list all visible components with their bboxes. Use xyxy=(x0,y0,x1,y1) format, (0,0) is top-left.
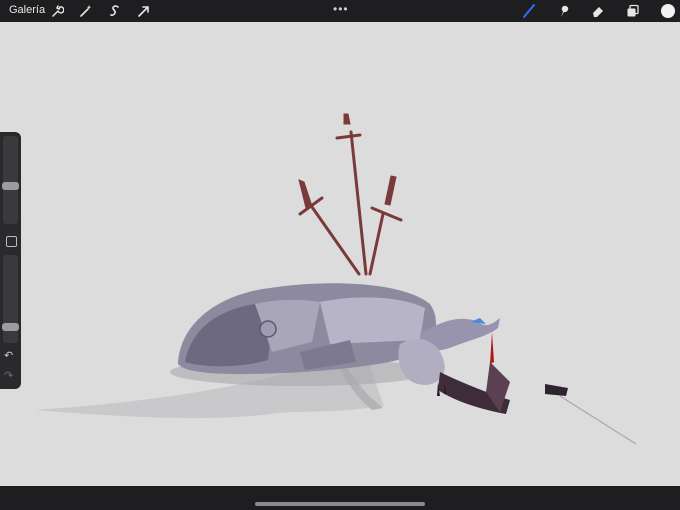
undo-icon[interactable]: ↶ xyxy=(4,349,13,362)
brush-size-slider[interactable] xyxy=(3,136,18,224)
actions-menu-button[interactable]: ••• xyxy=(333,2,349,16)
sidebar: ↶ ↷ xyxy=(0,132,21,389)
gallery-button[interactable]: Galería xyxy=(9,4,45,16)
magic-wand-icon[interactable] xyxy=(78,3,94,19)
eraser-icon[interactable] xyxy=(590,3,606,19)
armored-knight-painting xyxy=(35,113,637,445)
wrench-icon[interactable] xyxy=(49,3,65,19)
brush-icon[interactable] xyxy=(521,3,537,19)
smudge-icon[interactable] xyxy=(556,3,572,19)
selection-icon[interactable] xyxy=(107,3,123,19)
canvas[interactable] xyxy=(0,22,680,486)
modify-button[interactable] xyxy=(6,236,17,247)
top-toolbar: Galería ••• xyxy=(0,0,680,22)
color-picker-button[interactable] xyxy=(661,4,675,18)
bottom-bar xyxy=(0,486,680,510)
redo-icon[interactable]: ↷ xyxy=(4,369,13,382)
layers-icon[interactable] xyxy=(625,3,641,19)
home-indicator[interactable] xyxy=(255,502,425,506)
opacity-thumb[interactable] xyxy=(2,323,19,331)
transform-icon[interactable] xyxy=(136,3,152,19)
brush-size-thumb[interactable] xyxy=(2,182,19,191)
